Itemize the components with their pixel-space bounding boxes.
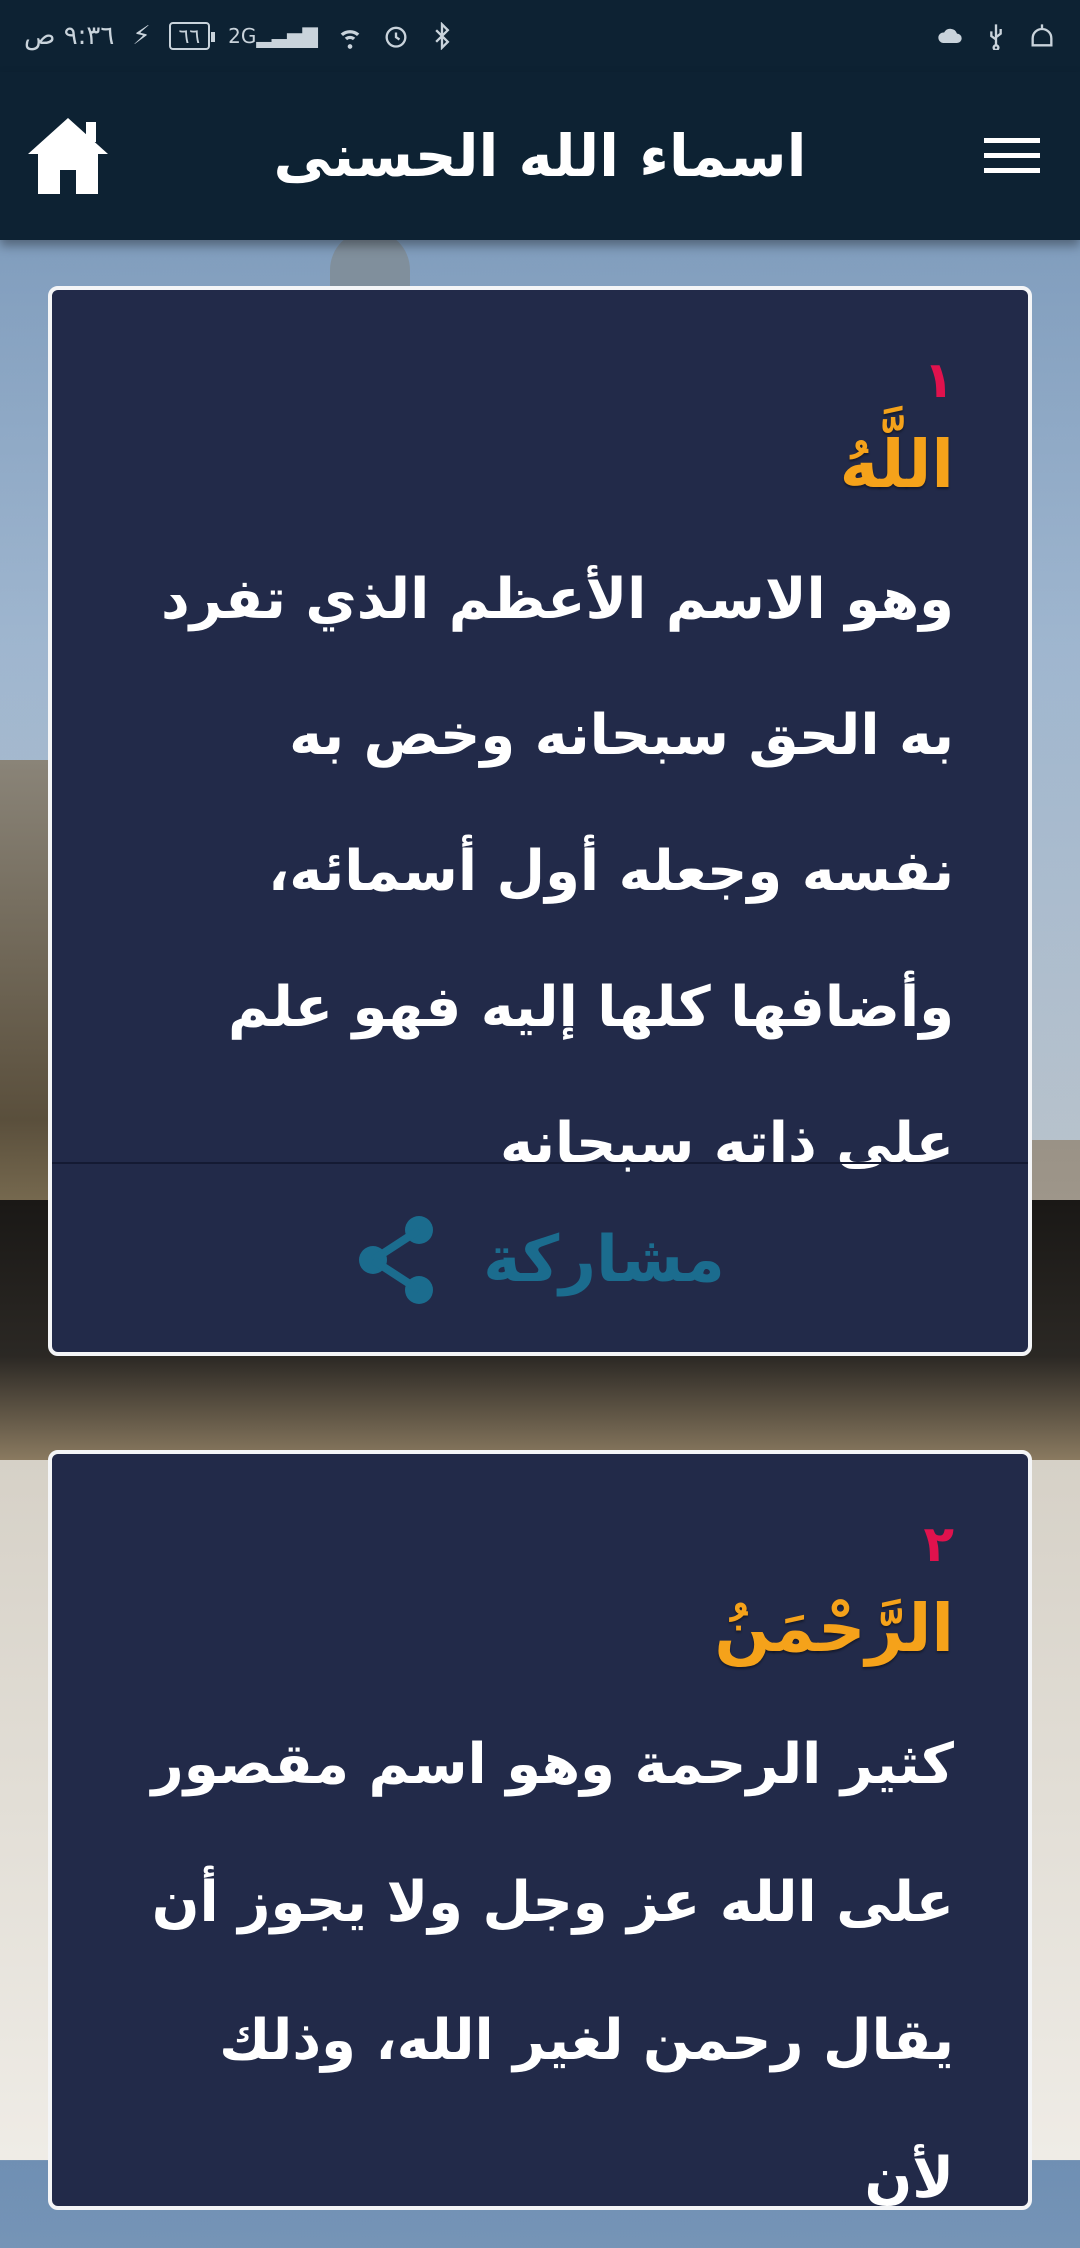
name-number: ٢ [923,1515,954,1573]
alarm-icon [385,26,407,48]
name-card: ٢ الرَّحْمَنُ كثير الرحمة وهو اسم مقصور … [48,1450,1032,2211]
name-card: ١ اللَّهُ وهو الاسم الأعظم الذي تفرد به … [48,286,1032,1356]
signal-icon: 2G▂▃▅▇ [228,24,318,48]
status-left: ٩:٣٦ ص ⚡ ٦٦ 2G▂▃▅▇ [24,21,456,51]
status-bar: ٩:٣٦ ص ⚡ ٦٦ 2G▂▃▅▇ [0,0,1080,72]
divine-name: الرَّحْمَنُ [714,1590,954,1667]
app-bar: اسماء الله الحسنى [0,72,1080,240]
menu-button[interactable] [964,108,1060,204]
name-description: كثير الرحمة وهو اسم مقصور على الله عز وج… [151,1732,954,2211]
home-icon [28,118,108,194]
name-description: وهو الاسم الأعظم الذي تفرد به الحق سبحان… [160,567,954,1176]
status-time: ٩:٣٦ ص [24,21,115,51]
home-button[interactable] [20,108,116,204]
mosque-icon [1031,24,1053,47]
wifi-icon [340,30,360,49]
usb-icon [990,24,1002,50]
share-button[interactable]: مشاركة [52,1164,1028,1356]
cloud-icon [938,28,962,43]
name-number: ١ [923,351,954,409]
network-type: 2G [228,24,257,48]
bluetooth-icon [435,22,450,50]
share-icon [359,1216,434,1304]
status-right [936,22,1056,50]
card-body: ١ اللَّهُ وهو الاسم الأعظم الذي تفرد به … [52,290,1028,1212]
page-title: اسماء الله الحسنى [273,122,807,190]
card-body: ٢ الرَّحْمَنُ كثير الرحمة وهو اسم مقصور … [52,1454,1028,2248]
hamburger-menu-icon [984,138,1040,173]
charging-icon: ⚡ [132,21,151,51]
divine-name: اللَّهُ [839,426,954,503]
battery-icon: ٦٦ [168,22,216,50]
share-label: مشاركة [483,1223,725,1297]
